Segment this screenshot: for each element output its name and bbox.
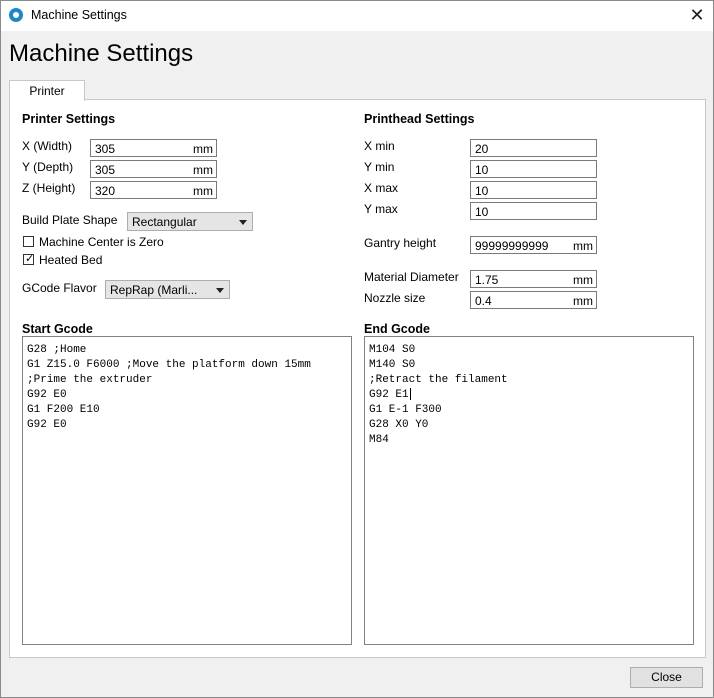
- start-gcode-title: Start Gcode: [22, 322, 93, 336]
- gantry-label: Gantry height: [364, 236, 437, 250]
- ymax-value: 10: [475, 205, 489, 219]
- checkmark-icon: ✓: [25, 253, 35, 265]
- xmin-field[interactable]: 20: [470, 139, 597, 157]
- window-title: Machine Settings: [31, 8, 127, 22]
- ymax-label: Y max: [364, 202, 398, 216]
- width-value: 305: [95, 142, 116, 156]
- gcode-line: M104 S0: [369, 344, 416, 356]
- gcode-flavor-value: RepRap (Marli...: [110, 283, 198, 297]
- gantry-field[interactable]: 99999999999 mm: [470, 236, 597, 254]
- gcode-line: M140 S0: [369, 359, 416, 371]
- center-zero-checkbox[interactable]: [23, 236, 34, 247]
- ymax-field[interactable]: 10: [470, 202, 597, 220]
- gcode-line: G28 ;Home: [27, 344, 87, 356]
- center-zero-label: Machine Center is Zero: [39, 235, 164, 249]
- gcode-line: ;Prime the extruder: [27, 374, 153, 386]
- chevron-down-icon: [239, 220, 247, 225]
- close-icon[interactable]: ✕: [686, 5, 708, 25]
- heated-bed-label: Heated Bed: [39, 253, 103, 267]
- tab-label: Printer: [29, 84, 65, 98]
- xmin-value: 20: [475, 142, 489, 156]
- material-label: Material Diameter: [364, 270, 459, 284]
- printer-settings-title: Printer Settings: [22, 112, 116, 126]
- width-unit: mm: [193, 142, 213, 156]
- depth-field[interactable]: 305 mm: [90, 160, 217, 178]
- xmax-label: X max: [364, 181, 399, 195]
- gcode-flavor-select[interactable]: RepRap (Marli...: [105, 280, 230, 299]
- build-plate-label: Build Plate Shape: [22, 213, 118, 227]
- ymin-label: Y min: [364, 160, 395, 174]
- gcode-line: G1 Z15.0 F6000 ;Move the platform down 1…: [27, 359, 311, 371]
- xmin-label: X min: [364, 139, 395, 153]
- width-label: X (Width): [22, 139, 73, 153]
- heated-bed-checkbox[interactable]: ✓: [23, 253, 35, 265]
- material-field[interactable]: 1.75 mm: [470, 270, 597, 288]
- height-field[interactable]: 320 mm: [90, 181, 217, 199]
- nozzle-field[interactable]: 0.4 mm: [470, 291, 597, 309]
- ymin-value: 10: [475, 163, 489, 177]
- height-value: 320: [95, 184, 116, 198]
- gcode-line-with-cursor: G92 E1: [369, 388, 693, 403]
- build-plate-select[interactable]: Rectangular: [127, 212, 253, 231]
- gcode-line: G28 X0 Y0: [369, 419, 429, 431]
- depth-value: 305: [95, 163, 116, 177]
- gcode-line: G92 E1: [369, 389, 409, 401]
- depth-unit: mm: [193, 163, 213, 177]
- depth-label: Y (Depth): [22, 160, 74, 174]
- chevron-down-icon: [216, 288, 224, 293]
- gcode-line: G92 E0: [27, 419, 67, 431]
- gantry-unit: mm: [573, 239, 593, 253]
- gcode-flavor-label: GCode Flavor: [22, 281, 97, 295]
- nozzle-value: 0.4: [475, 294, 492, 308]
- height-label: Z (Height): [22, 181, 76, 195]
- page-title: Machine Settings: [9, 40, 194, 67]
- end-gcode-title: End Gcode: [364, 322, 430, 336]
- tab-printer[interactable]: Printer: [9, 80, 85, 101]
- gcode-line: G1 E-1 F300: [369, 404, 442, 416]
- text-cursor: [409, 388, 411, 401]
- xmax-field[interactable]: 10: [470, 181, 597, 199]
- material-unit: mm: [573, 273, 593, 287]
- close-button[interactable]: Close: [630, 667, 703, 688]
- xmax-value: 10: [475, 184, 489, 198]
- app-logo-icon: [9, 8, 23, 22]
- gcode-line: G92 E0: [27, 389, 67, 401]
- width-field[interactable]: 305 mm: [90, 139, 217, 157]
- gcode-line: M84: [369, 434, 389, 446]
- build-plate-value: Rectangular: [132, 215, 197, 229]
- material-value: 1.75: [475, 273, 499, 287]
- nozzle-unit: mm: [573, 294, 593, 308]
- nozzle-label: Nozzle size: [364, 291, 426, 305]
- printhead-settings-title: Printhead Settings: [364, 112, 475, 126]
- start-gcode-editor[interactable]: G28 ;Home G1 Z15.0 F6000 ;Move the platf…: [22, 336, 352, 645]
- gcode-line: ;Retract the filament: [369, 374, 508, 386]
- gantry-value: 99999999999: [475, 239, 549, 253]
- ymin-field[interactable]: 10: [470, 160, 597, 178]
- end-gcode-editor[interactable]: M104 S0 M140 S0 ;Retract the filament G9…: [364, 336, 694, 645]
- gcode-line: G1 F200 E10: [27, 404, 100, 416]
- height-unit: mm: [193, 184, 213, 198]
